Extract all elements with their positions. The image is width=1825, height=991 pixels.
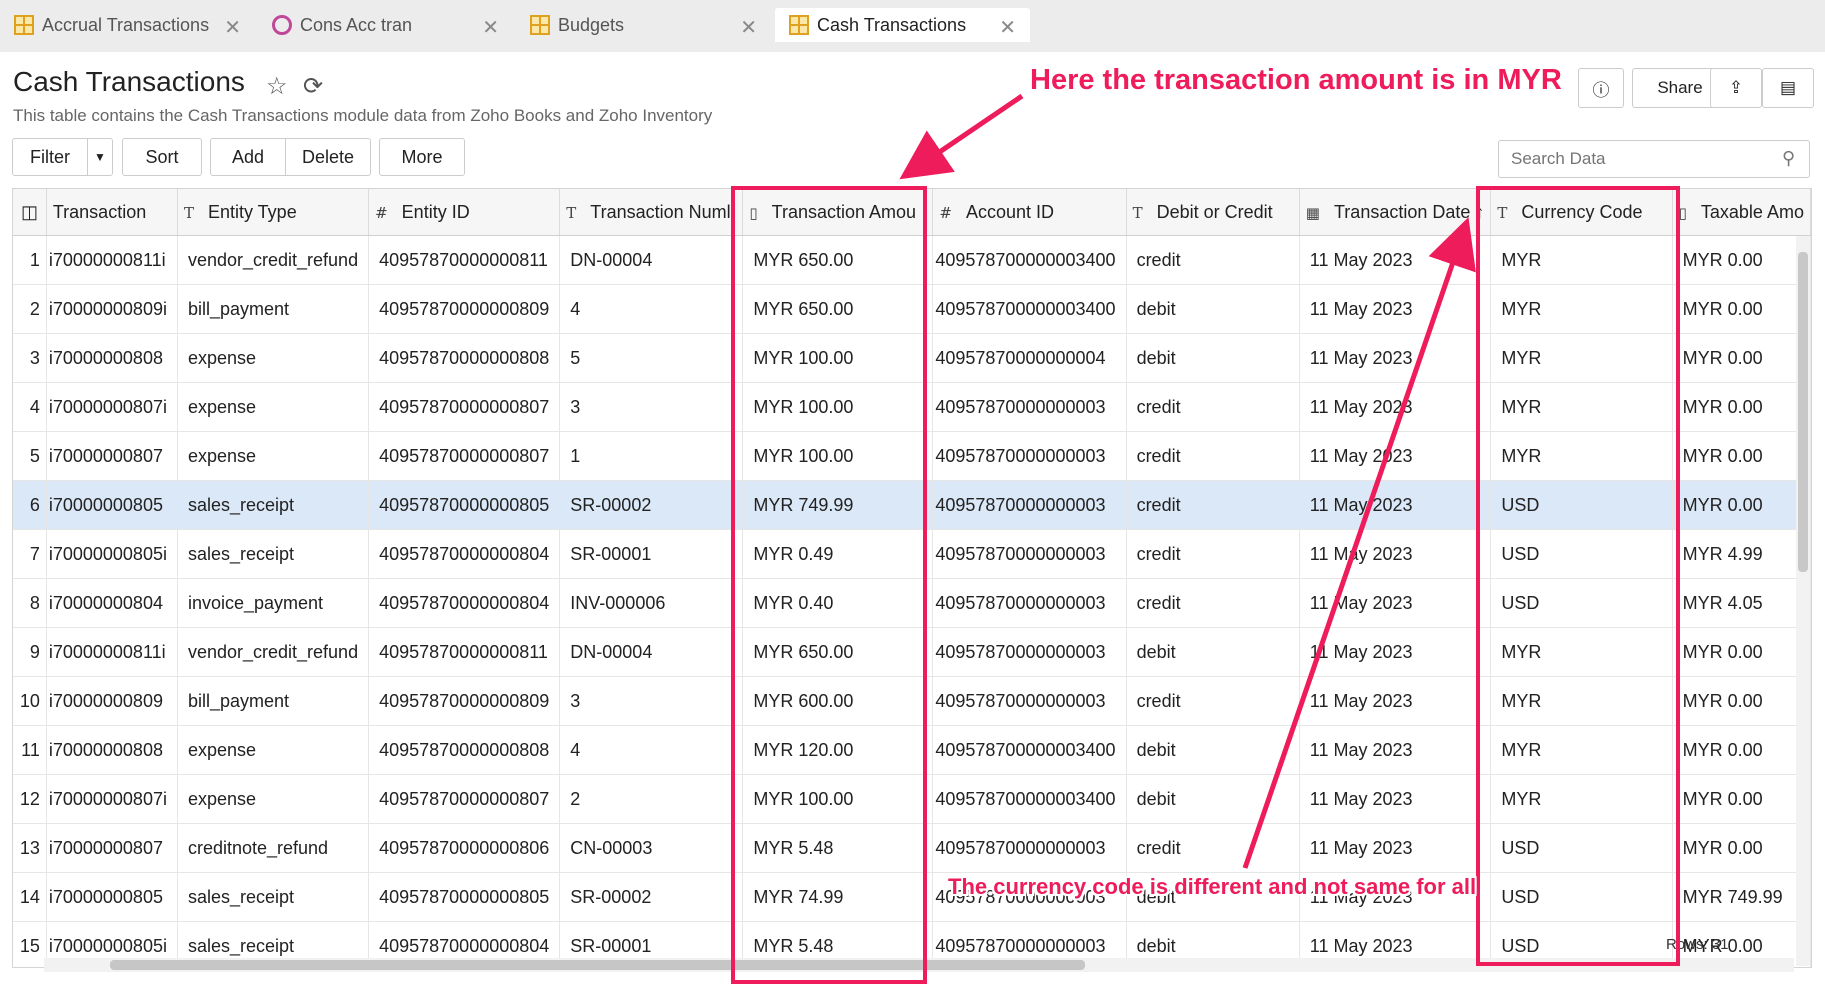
annotation-currency: The currency code is different and not s… (948, 874, 1477, 899)
arrow-to-currency (1242, 217, 1476, 869)
annotation-arrows (899, 93, 1476, 869)
arrow-to-amount (899, 93, 1024, 180)
annotation-amount: Here the transaction amount is in MYR (1030, 64, 1562, 96)
